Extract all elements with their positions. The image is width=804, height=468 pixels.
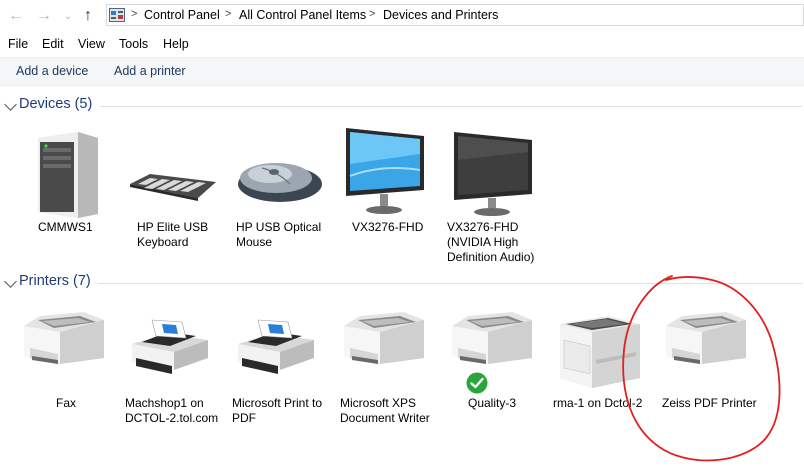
device-vx3276-fhd-audio[interactable]: VX3276-FHD (NVIDIA High Definition Audio… (444, 120, 554, 270)
printer-label-line1: Microsoft Print to (232, 396, 323, 410)
printer-icon (24, 312, 104, 364)
printer-rma-1[interactable]: rma-1 on Dctol-2 (550, 308, 654, 418)
printers-group-header[interactable]: Printers (7) (0, 273, 804, 293)
printer-label-line2: PDF (232, 411, 256, 425)
breadcrumb[interactable]: > Control Panel > All Control Panel Item… (106, 4, 804, 26)
print-device-icon (132, 319, 208, 374)
menu-bar: File Edit View Tools Help (0, 35, 804, 55)
control-panel-icon (109, 8, 125, 22)
breadcrumb-separator-icon: > (225, 8, 232, 20)
printer-machshop1[interactable]: Machshop1 on DCTOL-2.tol.com (120, 308, 224, 428)
devices-group-header[interactable]: Devices (5) (0, 96, 804, 116)
mouse-icon (238, 163, 322, 202)
printers-group-title: Printers (7) (19, 273, 91, 289)
printer-fax[interactable]: Fax (14, 308, 114, 418)
chevron-down-icon[interactable] (4, 98, 17, 111)
device-cmmws1[interactable]: CMMWS1 (20, 120, 120, 240)
menu-tools[interactable]: Tools (119, 37, 148, 51)
monitor-dark-icon (454, 132, 532, 216)
default-check-icon (466, 372, 488, 394)
device-label-line2: Keyboard (137, 235, 189, 249)
printer-microsoft-print-to-pdf[interactable]: Microsoft Print to PDF (226, 308, 330, 428)
device-label-line1: VX3276-FHD (447, 220, 519, 234)
device-hp-usb-optical-mouse[interactable]: HP USB Optical Mouse (232, 120, 332, 250)
menu-help[interactable]: Help (163, 37, 189, 51)
device-label-line1: HP Elite USB (137, 220, 209, 234)
group-divider (100, 106, 802, 107)
printer-zeiss-pdf-printer[interactable]: Zeiss PDF Printer (656, 308, 766, 418)
printer-label-line2: DCTOL-2.tol.com (125, 411, 219, 425)
printer-label: rma-1 on Dctol-2 (553, 396, 643, 410)
group-divider (98, 283, 802, 284)
device-label-line3: Definition Audio) (447, 250, 535, 264)
printer-microsoft-xps-document-writer[interactable]: Microsoft XPS Document Writer (334, 308, 438, 428)
add-device-button[interactable]: Add a device (16, 64, 88, 78)
up-arrow-icon[interactable]: ↑ (84, 7, 92, 25)
add-printer-button[interactable]: Add a printer (114, 64, 186, 78)
printer-label: Fax (56, 396, 77, 410)
address-bar: ← → ⌄ ↑ > Control Panel > All Control Pa… (0, 0, 804, 32)
monitor-icon (346, 128, 424, 214)
back-arrow-icon[interactable]: ← (8, 7, 24, 25)
printer-label-line2: Document Writer (340, 411, 430, 425)
menu-edit[interactable]: Edit (42, 37, 64, 51)
device-label: VX3276-FHD (352, 220, 424, 234)
device-label-line2: Mouse (236, 235, 273, 249)
print-device-icon (238, 319, 314, 374)
breadcrumb-separator-icon: > (131, 8, 138, 20)
printer-icon (344, 312, 424, 364)
laser-printer-icon (560, 316, 640, 388)
device-vx3276-fhd[interactable]: VX3276-FHD (338, 120, 438, 240)
device-label: CMMWS1 (38, 220, 93, 234)
forward-arrow-icon[interactable]: → (36, 7, 52, 25)
device-label-line1: HP USB Optical (236, 220, 322, 234)
printer-icon (666, 312, 746, 364)
printer-label-line1: Machshop1 on (125, 396, 204, 410)
breadcrumb-devices-printers[interactable]: Devices and Printers (383, 8, 498, 22)
device-hp-elite-usb-keyboard[interactable]: HP Elite USB Keyboard (126, 120, 226, 250)
recent-dropdown-icon[interactable]: ⌄ (64, 11, 72, 22)
devices-group-title: Devices (5) (19, 96, 93, 112)
printer-icon (452, 312, 532, 364)
chevron-down-icon[interactable] (4, 275, 17, 288)
printer-quality-3[interactable]: Quality-3 (442, 308, 546, 418)
breadcrumb-separator-icon: > (369, 8, 376, 20)
printer-label: Zeiss PDF Printer (662, 396, 757, 410)
keyboard-icon (130, 174, 216, 201)
breadcrumb-all-items[interactable]: All Control Panel Items (239, 8, 366, 22)
menu-view[interactable]: View (78, 37, 105, 51)
device-label-line2: (NVIDIA High (447, 235, 519, 249)
breadcrumb-control-panel[interactable]: Control Panel (144, 8, 220, 22)
tower-pc-icon (38, 132, 98, 218)
printer-label: Quality-3 (468, 396, 517, 410)
printer-label-line1: Microsoft XPS (340, 396, 417, 410)
menu-file[interactable]: File (8, 37, 28, 51)
command-bar: Add a device Add a printer (0, 57, 804, 86)
